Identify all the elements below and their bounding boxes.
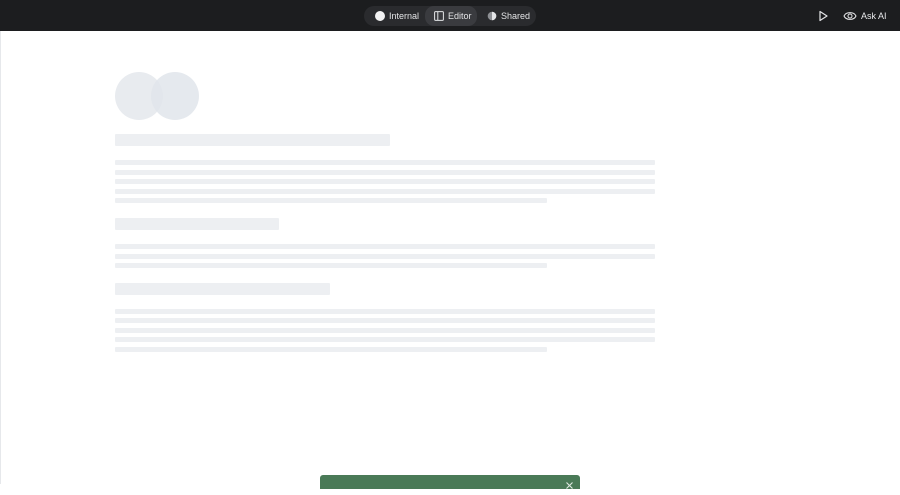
text-line-placeholder (115, 198, 547, 203)
play-icon (819, 10, 828, 22)
ask-ai-button[interactable]: Ask AI (843, 7, 887, 24)
tab-shared[interactable]: Shared (480, 6, 536, 26)
ai-icon (843, 10, 857, 22)
heading-placeholder (115, 218, 279, 230)
internal-icon (374, 11, 385, 22)
tab-shared-label: Shared (501, 11, 531, 21)
close-icon[interactable] (565, 477, 574, 489)
shared-icon (486, 11, 497, 22)
ask-ai-label: Ask AI (861, 10, 887, 21)
tab-internal-label: Internal (389, 11, 420, 21)
avatar-placeholder (151, 72, 199, 120)
text-line-placeholder (115, 179, 655, 184)
tab-editor-label: Editor (448, 11, 472, 21)
text-line-placeholder (115, 347, 547, 352)
tab-editor[interactable]: Editor (425, 6, 477, 26)
text-line-placeholder (115, 244, 655, 249)
text-line-placeholder (115, 263, 547, 268)
text-line-placeholder (115, 309, 655, 314)
view-mode-switcher: Internal Editor Shared (364, 6, 536, 26)
notification-toast (320, 475, 580, 489)
play-button[interactable] (816, 9, 830, 23)
text-line-placeholder (115, 337, 655, 342)
text-line-placeholder (115, 318, 655, 323)
tab-internal[interactable]: Internal (368, 6, 426, 26)
editor-icon (433, 11, 444, 22)
text-line-placeholder (115, 170, 655, 175)
text-line-placeholder (115, 328, 655, 333)
text-line-placeholder (115, 160, 655, 165)
text-line-placeholder (115, 254, 655, 259)
top-bar: Internal Editor Shared Ask AI (0, 0, 900, 31)
heading-placeholder (115, 283, 330, 295)
text-line-placeholder (115, 189, 655, 194)
heading-placeholder (115, 134, 390, 146)
left-divider (0, 31, 1, 484)
